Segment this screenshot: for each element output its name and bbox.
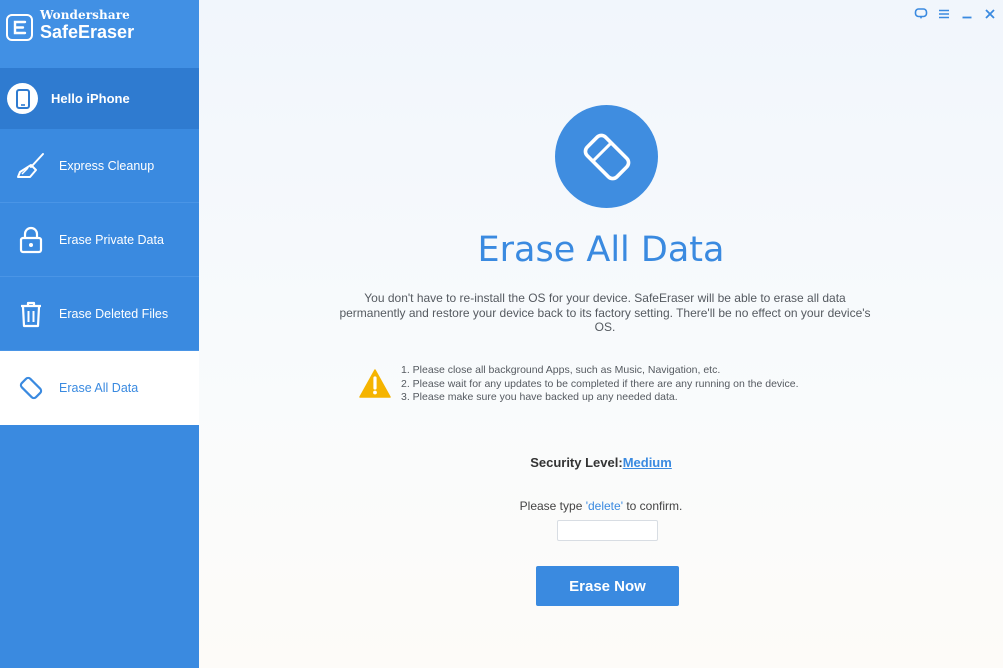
confirm-prefix: Please type <box>519 499 586 513</box>
sidebar-item-erase-private-data[interactable]: Erase Private Data <box>0 203 199 277</box>
trash-icon <box>16 299 46 329</box>
device-name: Hello iPhone <box>51 91 130 106</box>
warning-icon <box>359 368 391 400</box>
warning-item: 2. Please wait for any updates to be com… <box>401 377 799 390</box>
sidebar-item-label: Erase Deleted Files <box>59 306 169 321</box>
app-window: Wondershare SafeEraser Hello iPhone Expr… <box>0 0 1003 668</box>
phone-icon <box>7 83 38 114</box>
feedback-icon[interactable] <box>914 7 928 21</box>
erase-now-button[interactable]: Erase Now <box>536 566 679 606</box>
warning-item: 3. Please make sure you have backed up a… <box>401 391 678 403</box>
sidebar: Wondershare SafeEraser Hello iPhone Expr… <box>0 0 199 668</box>
description-text: You don't have to re-install the OS for … <box>339 291 871 334</box>
page-title: Erase All Data <box>477 230 725 270</box>
menu-icon[interactable] <box>937 7 951 21</box>
confirm-input[interactable] <box>557 520 658 541</box>
close-icon[interactable] <box>983 7 997 21</box>
security-level-link[interactable]: Medium <box>623 455 672 470</box>
security-level: Security Level:Medium <box>199 455 1003 470</box>
security-level-label: Security Level: <box>530 455 623 470</box>
broom-icon <box>16 151 46 181</box>
brand-header: Wondershare SafeEraser <box>0 0 199 68</box>
warning-item: 1. Please close all background Apps, suc… <box>401 364 721 376</box>
brand-product: SafeEraser <box>40 22 135 42</box>
app-logo-icon <box>6 13 33 41</box>
sidebar-item-express-cleanup[interactable]: Express Cleanup <box>0 129 199 203</box>
eraser-icon <box>16 373 46 403</box>
eraser-hero-icon <box>555 105 658 208</box>
window-controls <box>914 7 997 21</box>
sidebar-item-label: Erase Private Data <box>59 232 164 247</box>
warning-notes: 1. Please close all background Apps, suc… <box>359 364 799 405</box>
lock-icon <box>16 225 46 255</box>
warning-list: 1. Please close all background Apps, suc… <box>401 364 799 405</box>
sidebar-item-label: Express Cleanup <box>59 158 155 173</box>
sidebar-item-label: Erase All Data <box>59 381 139 395</box>
minimize-icon[interactable] <box>960 7 974 21</box>
confirm-instruction: Please type 'delete' to confirm. <box>199 499 1003 513</box>
sidebar-item-erase-all-data[interactable]: Erase All Data <box>0 351 199 425</box>
sidebar-item-erase-deleted-files[interactable]: Erase Deleted Files <box>0 277 199 351</box>
main-panel: Erase All Data You don't have to re-inst… <box>199 0 1003 668</box>
confirm-keyword: 'delete' <box>585 499 623 513</box>
brand-company: Wondershare <box>40 8 130 22</box>
device-item[interactable]: Hello iPhone <box>0 68 199 129</box>
confirm-suffix: to confirm. <box>622 499 683 513</box>
